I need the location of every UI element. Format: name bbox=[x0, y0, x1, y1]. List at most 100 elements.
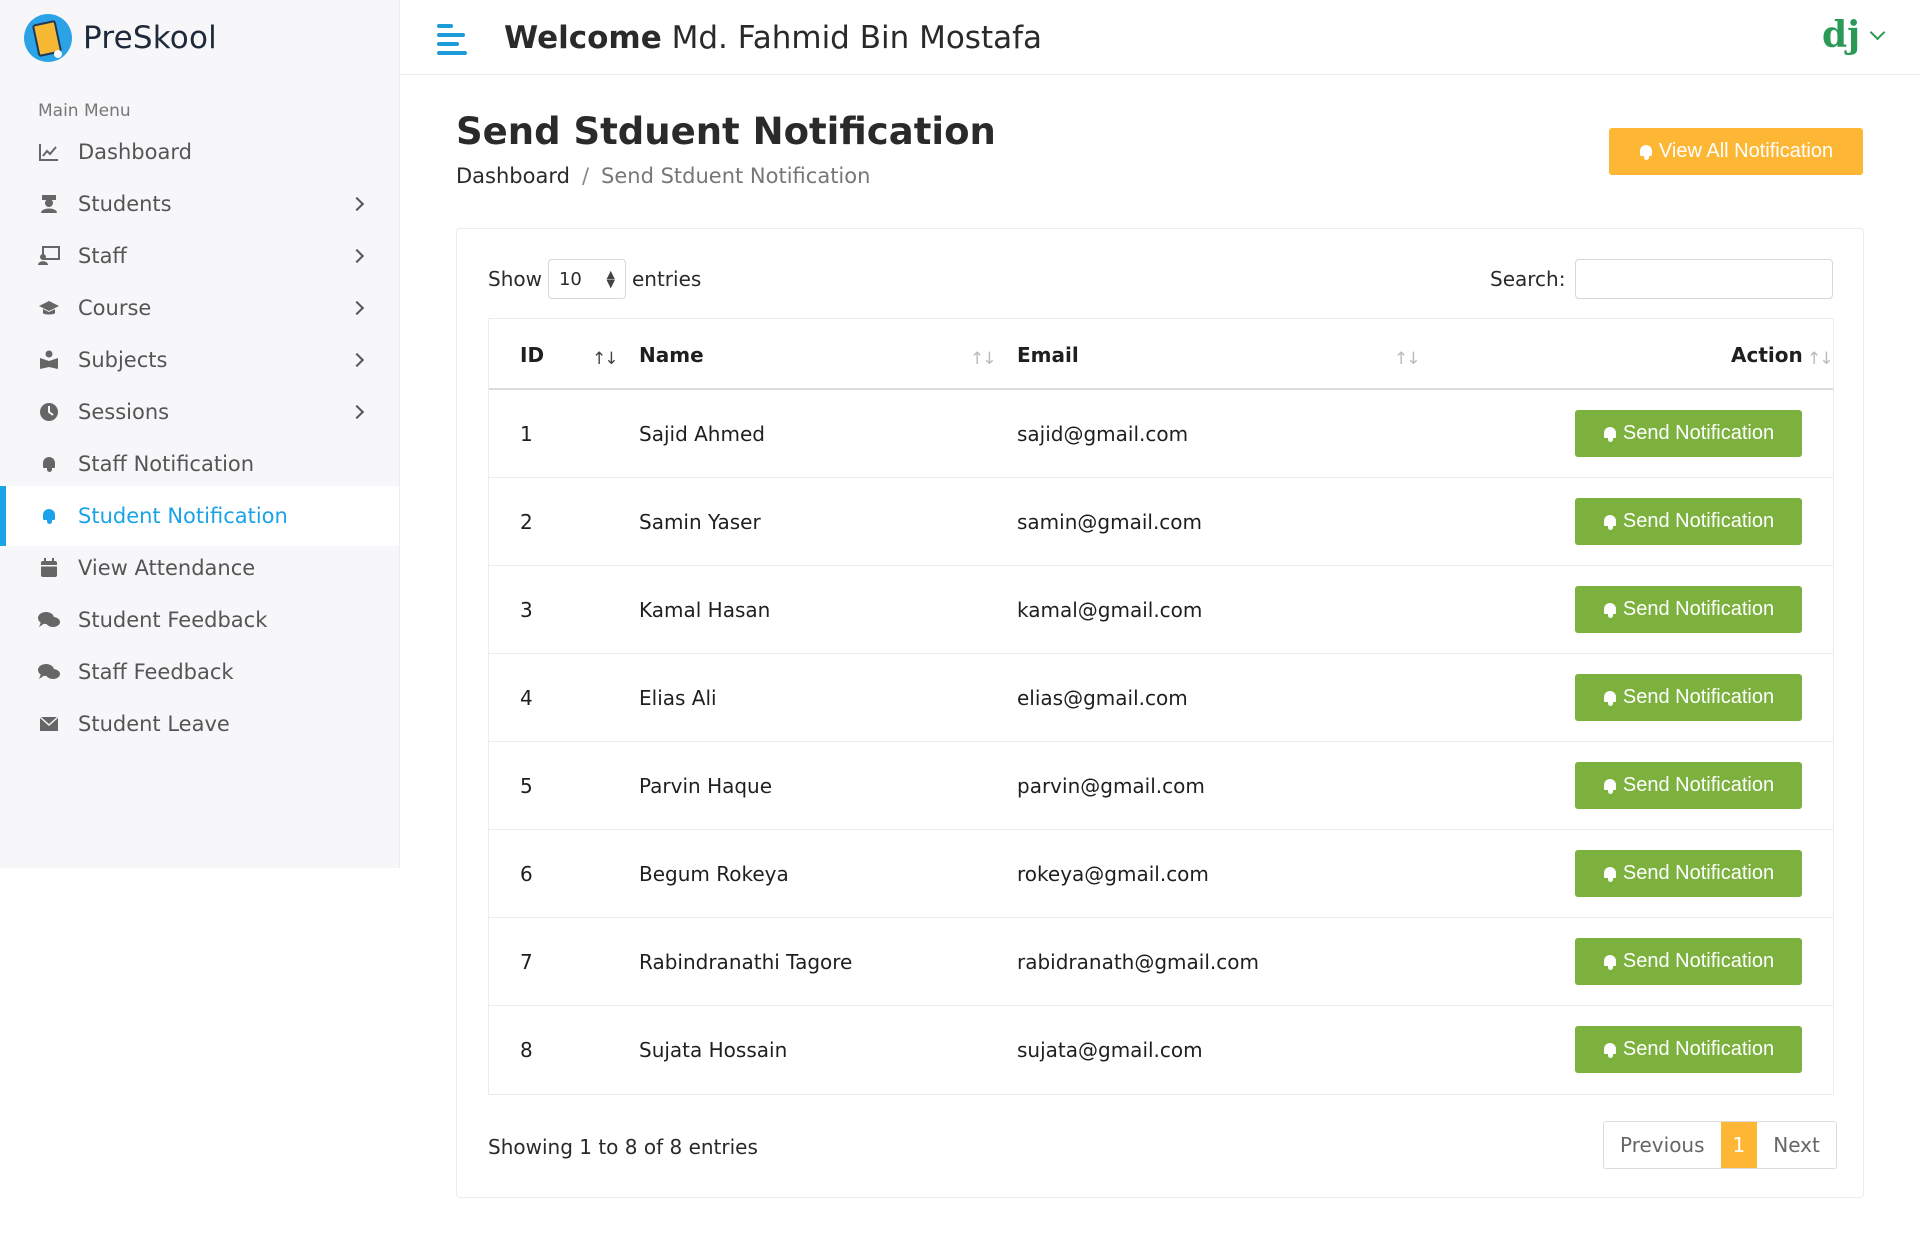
pagination-next[interactable]: Next bbox=[1757, 1122, 1836, 1168]
cell-email: rokeya@gmail.com bbox=[1017, 862, 1209, 886]
sidebar-item-view-attendance[interactable]: View Attendance bbox=[0, 538, 399, 598]
chevron-right-icon bbox=[349, 404, 365, 420]
chevron-right-icon bbox=[349, 248, 365, 264]
send-notification-label: Send Notification bbox=[1622, 422, 1775, 444]
user-avatar[interactable]: dj bbox=[1822, 14, 1860, 56]
sort-icon: ↑↓ bbox=[970, 349, 996, 369]
send-notification-label: Send Notification bbox=[1622, 686, 1775, 708]
breadcrumb: Dashboard / Send Stduent Notification bbox=[456, 164, 870, 188]
column-header-action[interactable]: Action bbox=[1731, 319, 1803, 390]
chevron-right-icon bbox=[349, 300, 365, 316]
top-header: PreSkool Welcome Md. Fahmid Bin Mostafa … bbox=[0, 0, 1920, 75]
sidebar-item-label: Subjects bbox=[78, 348, 168, 372]
brand-name[interactable]: PreSkool bbox=[83, 20, 217, 56]
breadcrumb-separator: / bbox=[581, 164, 590, 188]
send-notification-label: Send Notification bbox=[1622, 774, 1775, 796]
bell-icon bbox=[1639, 144, 1653, 160]
cell-email: sajid@gmail.com bbox=[1017, 422, 1189, 446]
breadcrumb-home-link[interactable]: Dashboard bbox=[456, 164, 570, 188]
column-header-email[interactable]: Email bbox=[1017, 319, 1079, 390]
sidebar-item-course[interactable]: Course bbox=[0, 278, 399, 338]
table-row: 8 Sujata Hossain sujata@gmail.com Send N… bbox=[489, 1006, 1833, 1094]
user-name: Md. Fahmid Bin Mostafa bbox=[671, 20, 1043, 56]
sidebar: Main Menu Dashboard Students Staff Cours… bbox=[0, 75, 400, 868]
sidebar-item-sessions[interactable]: Sessions bbox=[0, 382, 399, 442]
table-info: Showing 1 to 8 of 8 entries bbox=[488, 1135, 758, 1159]
sidebar-item-student-leave[interactable]: Student Leave bbox=[0, 694, 399, 754]
book-reader-icon bbox=[38, 349, 60, 371]
show-label: Show bbox=[488, 267, 542, 291]
bell-icon bbox=[1603, 866, 1617, 882]
welcome-label: Welcome bbox=[504, 20, 662, 56]
sidebar-item-label: Student Feedback bbox=[78, 608, 268, 632]
sort-icon: ↑↓ bbox=[1807, 349, 1833, 369]
cell-id: 8 bbox=[520, 1038, 533, 1062]
bell-icon bbox=[38, 453, 60, 475]
cell-name: Kamal Hasan bbox=[639, 598, 771, 622]
send-notification-button[interactable]: Send Notification bbox=[1575, 498, 1802, 545]
cell-email: samin@gmail.com bbox=[1017, 510, 1203, 534]
search-control: Search: bbox=[1490, 259, 1834, 299]
entries-value: 10 bbox=[558, 268, 582, 290]
bell-icon bbox=[1603, 954, 1617, 970]
cell-name: Sajid Ahmed bbox=[639, 422, 765, 446]
sidebar-item-label: Staff Notification bbox=[78, 452, 255, 476]
cell-email: parvin@gmail.com bbox=[1017, 774, 1205, 798]
chevron-right-icon bbox=[349, 352, 365, 368]
chart-line-icon bbox=[38, 141, 60, 163]
send-notification-label: Send Notification bbox=[1622, 950, 1775, 972]
pagination-page-1[interactable]: 1 bbox=[1720, 1122, 1758, 1168]
sidebar-item-staff[interactable]: Staff bbox=[0, 226, 399, 286]
table-row: 7 Rabindranathi Tagore rabidranath@gmail… bbox=[489, 918, 1833, 1006]
entries-length-control: Show 10 ▲ ▼ entries bbox=[488, 259, 701, 299]
bell-icon bbox=[1603, 602, 1617, 618]
sidebar-item-students[interactable]: Students bbox=[0, 174, 399, 234]
send-notification-button[interactable]: Send Notification bbox=[1575, 762, 1802, 809]
send-notification-label: Send Notification bbox=[1622, 510, 1775, 532]
column-header-name[interactable]: Name bbox=[639, 319, 704, 390]
sidebar-item-label: Staff bbox=[78, 244, 127, 268]
pagination: Previous 1 Next bbox=[1603, 1121, 1837, 1169]
send-notification-button[interactable]: Send Notification bbox=[1575, 938, 1802, 985]
bell-icon bbox=[1603, 690, 1617, 706]
graduate-icon bbox=[38, 193, 60, 215]
sidebar-item-label: Dashboard bbox=[78, 140, 192, 164]
cell-id: 5 bbox=[520, 774, 533, 798]
send-notification-button[interactable]: Send Notification bbox=[1575, 674, 1802, 721]
table-row: 2 Samin Yaser samin@gmail.com Send Notif… bbox=[489, 478, 1833, 566]
sidebar-item-dashboard[interactable]: Dashboard bbox=[0, 122, 399, 182]
sidebar-item-staff-feedback[interactable]: Staff Feedback bbox=[0, 642, 399, 702]
comments-icon bbox=[38, 609, 60, 631]
sort-ascending-icon: ↑↓ bbox=[592, 349, 618, 369]
sidebar-item-label: Staff Feedback bbox=[78, 660, 234, 684]
sidebar-item-label: Student Leave bbox=[78, 712, 230, 736]
envelope-icon bbox=[38, 713, 60, 735]
send-notification-button[interactable]: Send Notification bbox=[1575, 1026, 1802, 1073]
sidebar-item-staff-notification[interactable]: Staff Notification bbox=[0, 434, 399, 494]
entries-select[interactable]: 10 ▲ ▼ bbox=[547, 259, 626, 299]
cell-email: elias@gmail.com bbox=[1017, 686, 1188, 710]
view-all-notification-label: View All Notification bbox=[1658, 140, 1834, 162]
sidebar-toggle-button[interactable] bbox=[437, 24, 467, 55]
students-table: ID ↑↓ Name ↑↓ Email ↑↓ Action ↑↓ 1 Sajid… bbox=[488, 318, 1834, 1095]
sidebar-item-subjects[interactable]: Subjects bbox=[0, 330, 399, 390]
send-notification-button[interactable]: Send Notification bbox=[1575, 586, 1802, 633]
send-notification-label: Send Notification bbox=[1622, 862, 1775, 884]
chevron-down-icon[interactable] bbox=[1869, 24, 1886, 41]
preskool-logo-icon[interactable] bbox=[24, 14, 72, 62]
view-all-notification-button[interactable]: View All Notification bbox=[1609, 128, 1863, 175]
sidebar-item-student-notification[interactable]: Student Notification bbox=[0, 486, 399, 546]
cell-name: Begum Rokeya bbox=[639, 862, 789, 886]
sidebar-item-label: Course bbox=[78, 296, 152, 320]
send-notification-button[interactable]: Send Notification bbox=[1575, 850, 1802, 897]
column-header-id[interactable]: ID bbox=[520, 319, 544, 390]
table-row: 4 Elias Ali elias@gmail.com Send Notific… bbox=[489, 654, 1833, 742]
table-row: 5 Parvin Haque parvin@gmail.com Send Not… bbox=[489, 742, 1833, 830]
cell-email: rabidranath@gmail.com bbox=[1017, 950, 1259, 974]
send-notification-button[interactable]: Send Notification bbox=[1575, 410, 1802, 457]
search-input[interactable] bbox=[1575, 259, 1834, 299]
calendar-icon bbox=[38, 557, 60, 579]
sidebar-item-student-feedback[interactable]: Student Feedback bbox=[0, 590, 399, 650]
cell-name: Rabindranathi Tagore bbox=[639, 950, 853, 974]
pagination-previous[interactable]: Previous bbox=[1604, 1122, 1721, 1168]
